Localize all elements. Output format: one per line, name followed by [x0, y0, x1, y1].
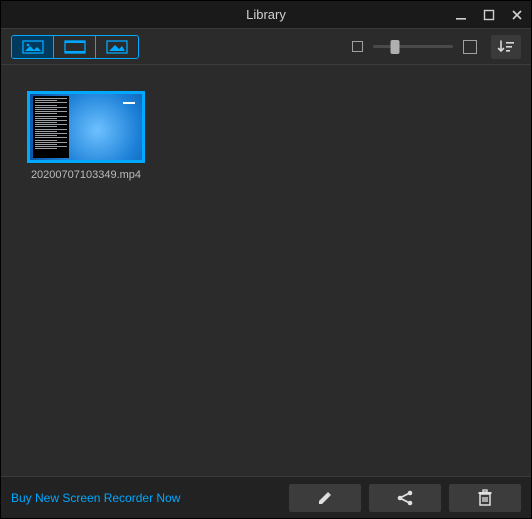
share-icon: [395, 489, 415, 507]
media-all-icon: [22, 40, 44, 54]
view-image-button[interactable]: [96, 36, 138, 58]
thumbnail-size-slider[interactable]: [373, 37, 453, 57]
thumbnail-size-small-button[interactable]: [352, 41, 363, 52]
media-filename: 20200707103349.mp4: [31, 169, 141, 181]
sort-icon: [497, 39, 515, 55]
slider-track: [373, 45, 453, 48]
toolbar: [1, 29, 531, 65]
slider-thumb[interactable]: [391, 40, 400, 54]
share-button[interactable]: [369, 484, 441, 512]
image-icon: [106, 40, 128, 54]
media-thumbnail[interactable]: [27, 91, 145, 163]
media-item[interactable]: 20200707103349.mp4: [21, 91, 151, 181]
view-mode-group: [11, 35, 139, 59]
window-title: Library: [1, 7, 531, 22]
delete-button[interactable]: [449, 484, 521, 512]
pencil-icon: [316, 489, 334, 507]
media-grid: 20200707103349.mp4: [1, 65, 531, 476]
edit-button[interactable]: [289, 484, 361, 512]
trash-icon: [477, 489, 493, 507]
promo-link[interactable]: Buy New Screen Recorder Now: [11, 491, 180, 505]
thumbnail-size-large-button[interactable]: [463, 40, 477, 54]
footer-bar: Buy New Screen Recorder Now: [1, 476, 531, 518]
view-video-button[interactable]: [54, 36, 96, 58]
video-icon: [64, 40, 86, 54]
sort-button[interactable]: [491, 35, 521, 59]
view-all-media-button[interactable]: [12, 36, 54, 58]
title-bar: Library: [1, 1, 531, 29]
